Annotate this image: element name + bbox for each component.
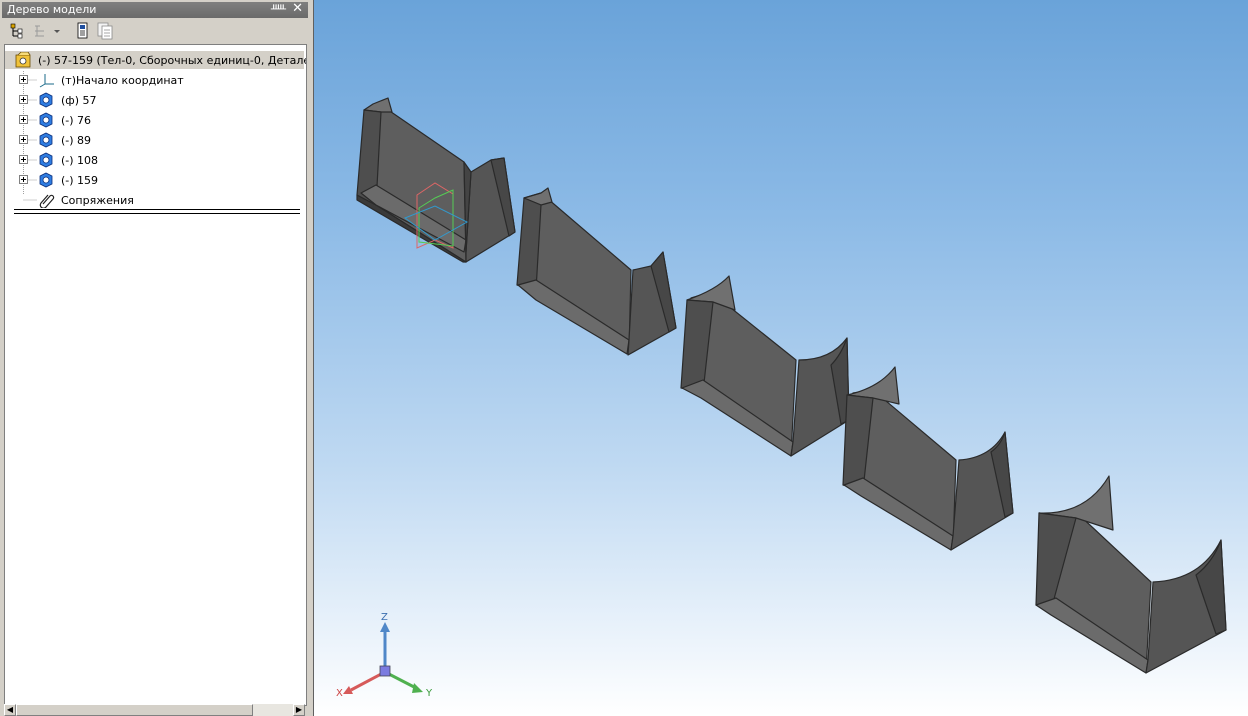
part-159[interactable] bbox=[1035, 475, 1227, 674]
tree-item-label: (ф) 57 bbox=[61, 94, 97, 107]
part-icon bbox=[39, 92, 53, 108]
expand-icon[interactable] bbox=[19, 155, 28, 164]
part-57[interactable] bbox=[356, 97, 516, 263]
panel-toolbar bbox=[2, 20, 308, 42]
axis-triad bbox=[343, 622, 423, 694]
part-icon bbox=[39, 112, 53, 128]
part-icon bbox=[39, 152, 53, 168]
scroll-left-icon[interactable]: ◀ bbox=[4, 704, 16, 716]
properties-icon[interactable] bbox=[74, 22, 92, 40]
axis-x-label: X bbox=[336, 688, 343, 699]
tree-item-label: Сопряжения bbox=[61, 194, 134, 207]
tree-end-divider bbox=[14, 209, 300, 214]
expand-icon[interactable] bbox=[19, 135, 28, 144]
document-list-icon[interactable] bbox=[96, 22, 114, 40]
part-icon bbox=[39, 172, 53, 188]
expand-icon[interactable] bbox=[19, 75, 28, 84]
tree-root[interactable]: (-) 57-159 (Тел-0, Сборочных единиц-0, Д… bbox=[5, 51, 307, 69]
tree-view-options-icon[interactable] bbox=[32, 22, 62, 40]
model-tree-panel: Дерево модели ᚊ ✕ (-) 57-159 (Тел-0, Сбо… bbox=[0, 0, 312, 716]
tree-item-label: (-) 108 bbox=[61, 154, 99, 167]
panel-title: Дерево модели bbox=[7, 3, 97, 16]
tree-item-label: (-) 89 bbox=[61, 134, 92, 147]
tree-root-label: (-) 57-159 (Тел-0, Сборочных единиц-0, Д… bbox=[38, 54, 307, 67]
tree-item-part[interactable]: (-) 89 bbox=[5, 131, 304, 149]
tree-item-part[interactable]: (-) 108 bbox=[5, 151, 304, 169]
expand-icon[interactable] bbox=[19, 175, 28, 184]
origin-icon bbox=[39, 74, 54, 88]
3d-viewport[interactable]: Z X Y bbox=[313, 0, 1248, 716]
model-tree[interactable]: (-) 57-159 (Тел-0, Сборочных единиц-0, Д… bbox=[4, 44, 307, 706]
part-icon bbox=[39, 132, 53, 148]
axis-z-label: Z bbox=[381, 612, 388, 623]
pin-icon[interactable]: ᚊ bbox=[271, 2, 286, 15]
tree-item-origin[interactable]: (т)Начало координат bbox=[5, 71, 304, 89]
tree-item-part[interactable]: (-) 159 bbox=[5, 171, 304, 189]
scroll-thumb[interactable] bbox=[16, 704, 253, 716]
tree-structure-icon[interactable] bbox=[8, 22, 26, 40]
tree-item-label: (-) 76 bbox=[61, 114, 92, 127]
horizontal-scrollbar[interactable]: ◀ ▶ bbox=[4, 704, 305, 716]
model-scene[interactable] bbox=[314, 0, 1248, 716]
expand-icon[interactable] bbox=[19, 115, 28, 124]
tree-item-label: (т)Начало координат bbox=[61, 74, 184, 87]
panel-titlebar: Дерево модели ᚊ ✕ bbox=[2, 1, 308, 18]
expand-icon[interactable] bbox=[19, 95, 28, 104]
close-icon[interactable]: ✕ bbox=[292, 1, 303, 16]
tree-item-part[interactable]: (ф) 57 bbox=[5, 91, 304, 109]
part-108[interactable] bbox=[842, 366, 1014, 551]
paperclip-icon bbox=[39, 194, 55, 208]
part-89[interactable] bbox=[680, 275, 850, 457]
part-76[interactable] bbox=[516, 187, 677, 356]
axis-y-label: Y bbox=[426, 688, 433, 699]
scroll-right-icon[interactable]: ▶ bbox=[293, 704, 305, 716]
tree-item-part[interactable]: (-) 76 bbox=[5, 111, 304, 129]
tree-item-mates[interactable]: Сопряжения bbox=[5, 191, 304, 209]
tree-item-label: (-) 159 bbox=[61, 174, 99, 187]
